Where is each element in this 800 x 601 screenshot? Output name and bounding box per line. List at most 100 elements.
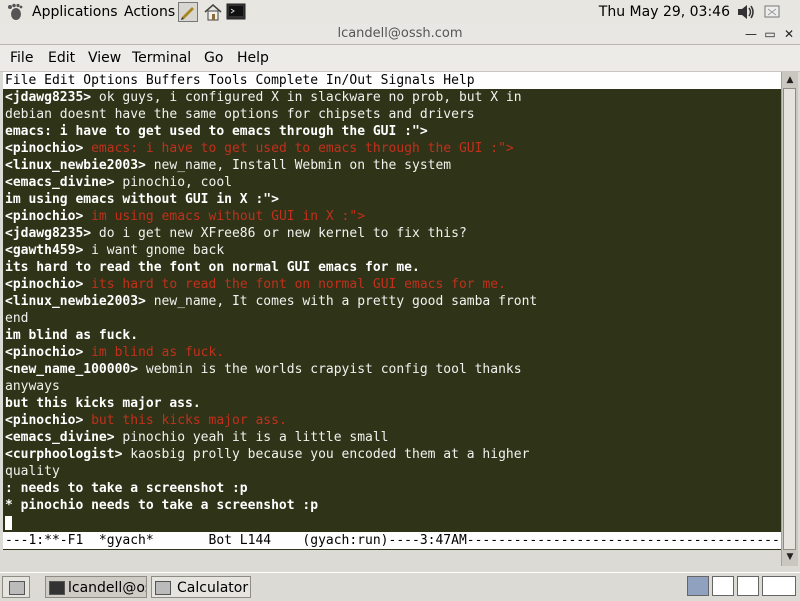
chat-nick: <jdawg8235> [5,90,92,105]
chat-line: emacs: i have to get used to emacs throu… [5,123,781,140]
chat-message: pinochio, cool [114,175,232,190]
chat-own-message: : needs to take a screenshot :p [5,481,248,496]
chat-own-message: im using emacs without GUI in X :"> [5,192,279,207]
menu-edit[interactable]: Edit [48,50,75,66]
chat-nick: <linux_newbie2003> [5,158,146,173]
terminal-area[interactable]: File Edit Options Buffers Tools Complete… [3,72,781,550]
chat-own-message: emacs: i have to get used to emacs throu… [5,124,428,139]
chat-echo-message: im blind as fuck. [83,345,225,360]
maximize-icon[interactable]: ▭ [763,27,777,41]
chat-line: <pinochio> its hard to read the font on … [5,276,781,293]
clock[interactable]: Thu May 29, 03:46 [599,4,730,20]
chat-line: <curphoologist> kaosbig prolly because y… [5,446,781,463]
chat-line: <jdawg8235> ok guys, i configured X in s… [5,89,781,106]
taskbar-item-calculator[interactable]: Calculator [151,576,251,598]
chat-nick: <emacs_divine> [5,430,115,445]
chat-line: end [5,310,781,327]
applications-menu[interactable]: Applications [32,4,118,20]
chat-line: <new_name_100000> webmin is the worlds c… [5,361,781,378]
chat-own-message: its hard to read the font on normal GUI … [5,260,420,275]
chat-line: <pinochio> im using emacs without GUI in… [5,208,781,225]
chat-nick: <pinochio> [5,209,84,224]
taskbar-item-terminal[interactable]: lcandell@oss [45,576,147,598]
chat-line: <linux_newbie2003> new_name, Install Web… [5,157,781,174]
gnome-foot-icon[interactable] [6,3,24,21]
chat-message: end [5,311,29,326]
terminal-bottom-margin [3,550,781,566]
chat-line: quality [5,463,781,480]
chat-message: new_name, Install Webmin on the system [145,158,452,173]
chat-line: debian doesnt have the same options for … [5,106,781,123]
chat-message: ok guys, i configured X in slackware no … [91,90,522,105]
window-titlebar[interactable]: lcandell@ossh.com — ▭ ✕ [0,24,800,45]
chat-line: its hard to read the font on normal GUI … [5,259,781,276]
chat-line: : needs to take a screenshot :p [5,480,781,497]
chat-nick: <linux_newbie2003> [5,294,146,309]
chat-nick: <emacs_divine> [5,175,115,190]
chat-message: anyways [5,379,60,394]
chat-message: kaosbig prolly because you encoded them … [122,447,530,462]
chat-line: but this kicks major ass. [5,395,781,412]
minimize-icon[interactable]: — [744,27,758,41]
network-icon[interactable] [764,5,780,19]
top-panel: Applications Actions Thu May 29, 03:46 [0,0,800,25]
bottom-panel: lcandell@oss Calculator [0,572,800,601]
chat-nick: <curphoologist> [5,447,123,462]
workspace-2[interactable] [712,576,734,596]
chat-message: pinochio yeah it is a little small [114,430,389,445]
chat-line: <emacs_divine> pinochio yeah it is a lit… [5,429,781,446]
emacs-menubar[interactable]: File Edit Options Buffers Tools Complete… [3,72,781,89]
chat-nick: <jdawg8235> [5,226,92,241]
menu-terminal[interactable]: Terminal [132,50,191,66]
show-desktop-button[interactable] [2,576,30,598]
window-title: lcandell@ossh.com [337,26,463,41]
workspace-3[interactable] [737,576,759,596]
chat-line: <emacs_divine> pinochio, cool [5,174,781,191]
chat-line: <pinochio> emacs: i have to get used to … [5,140,781,157]
chat-nick: <new_name_100000> [5,362,139,377]
text-cursor [5,515,12,530]
chat-line: <jdawg8235> do i get new XFree86 or new … [5,225,781,242]
chat-message: debian doesnt have the same options for … [5,107,475,122]
chat-nick: <gawth459> [5,243,84,258]
chat-echo-message: emacs: i have to get used to emacs throu… [83,141,514,156]
chat-message: quality [5,464,60,479]
terminal-icon [49,581,65,595]
taskbar-item-label: Calculator [177,580,249,596]
clock-launcher-icon[interactable] [178,2,198,22]
chat-own-message: * pinochio needs to take a screenshot :p [5,498,319,513]
scroll-up-icon[interactable]: ▲ [784,74,796,86]
close-icon[interactable]: ✕ [782,27,796,41]
input-line[interactable] [5,514,781,531]
chat-own-message: but this kicks major ass. [5,396,201,411]
chat-nick: <pinochio> [5,141,84,156]
chat-echo-message: its hard to read the font on normal GUI … [83,277,506,292]
chat-line: im blind as fuck. [5,327,781,344]
scrollbar-thumb[interactable] [783,88,796,550]
workspace-4[interactable] [762,576,796,596]
menu-help[interactable]: Help [237,50,269,66]
chat-message: do i get new XFree86 or new kernel to fi… [91,226,467,241]
chat-echo-message: im using emacs without GUI in X :"> [83,209,366,224]
scroll-down-icon[interactable]: ▼ [784,551,796,563]
chat-echo-message: but this kicks major ass. [83,413,287,428]
menu-view[interactable]: View [88,50,121,66]
terminal-scrollbar[interactable]: ▲ ▼ [781,72,798,566]
chat-nick: <pinochio> [5,277,84,292]
chat-message: new_name, It comes with a pretty good sa… [145,294,538,309]
menu-go[interactable]: Go [204,50,223,66]
chat-message: webmin is the worlds crapyist config too… [138,362,522,377]
chat-nick: <pinochio> [5,345,84,360]
home-icon[interactable] [203,2,223,22]
chat-log: <jdawg8235> ok guys, i configured X in s… [3,89,781,531]
chat-line: im using emacs without GUI in X :"> [5,191,781,208]
workspace-1[interactable] [687,576,709,596]
volume-icon[interactable] [736,3,756,21]
actions-menu[interactable]: Actions [124,4,175,20]
chat-line: <pinochio> im blind as fuck. [5,344,781,361]
terminal-icon[interactable] [226,2,246,22]
chat-line: * pinochio needs to take a screenshot :p [5,497,781,514]
menu-file[interactable]: File [10,50,33,66]
chat-nick: <pinochio> [5,413,84,428]
desktop-icon [9,581,25,595]
